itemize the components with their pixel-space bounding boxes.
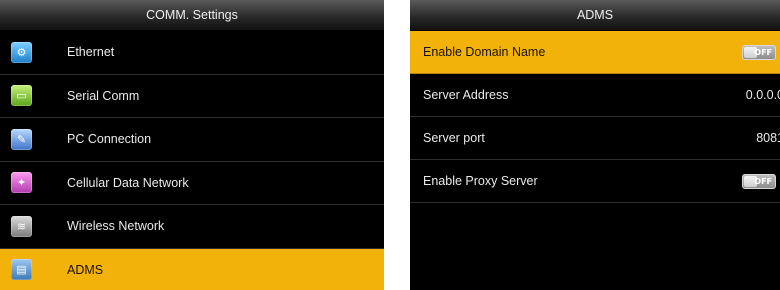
screen-title: ADMS [410, 0, 780, 31]
serial-comm-icon: ▭ [11, 85, 32, 107]
menu-item-label: Ethernet [67, 45, 115, 60]
menu-item-label: Wireless Network [67, 219, 165, 234]
ethernet-icon: ⚙ [11, 41, 32, 63]
setting-enable-domain-name[interactable]: Enable Domain Name OFF [410, 31, 780, 74]
adms-icon: ▤ [11, 259, 32, 281]
enable-proxy-server-toggle[interactable]: OFF [742, 173, 776, 189]
setting-server-address[interactable]: Server Address 0.0.0.0 [410, 74, 780, 117]
setting-label: Server Address [423, 88, 509, 102]
menu-item-ethernet[interactable]: ⚙ Ethernet [0, 31, 384, 75]
setting-label: Enable Domain Name [423, 45, 546, 59]
menu-item-label: Serial Comm [67, 88, 140, 103]
setting-label: Server port [423, 131, 485, 145]
setting-enable-proxy-server[interactable]: Enable Proxy Server OFF [410, 160, 780, 203]
toggle-state-label: OFF [754, 47, 772, 57]
screen-title: COMM. Settings [0, 0, 384, 31]
menu-item-label: ADMS [67, 262, 104, 277]
pc-connection-icon: ✎ [11, 128, 32, 150]
adms-screen: ADMS Enable Domain Name OFF Server Addre… [410, 0, 780, 290]
wifi-icon: ≋ [11, 215, 32, 237]
menu-item-label: PC Connection [67, 132, 152, 147]
menu-item-pc-connection[interactable]: ✎ PC Connection [0, 118, 384, 162]
setting-server-port[interactable]: Server port 8081 [410, 117, 780, 160]
cellular-network-icon: ✦ [11, 172, 32, 194]
menu-item-adms[interactable]: ▤ ADMS [0, 248, 384, 290]
toggle-state-label: OFF [754, 176, 772, 186]
menu-item-serial-comm[interactable]: ▭ Serial Comm [0, 75, 384, 118]
server-address-value: 0.0.0.0 [745, 88, 780, 102]
setting-label: Enable Proxy Server [423, 174, 538, 188]
menu-item-label: Cellular Data Network [67, 175, 189, 190]
server-port-value: 8081 [756, 131, 780, 145]
menu-item-cellular-data-network[interactable]: ✦ Cellular Data Network [0, 162, 384, 205]
comm-settings-screen: COMM. Settings ⚙ Ethernet ▭ Serial Comm … [0, 0, 384, 290]
menu-item-wireless-network[interactable]: ≋ Wireless Network [0, 205, 384, 249]
enable-domain-name-toggle[interactable]: OFF [742, 44, 776, 60]
